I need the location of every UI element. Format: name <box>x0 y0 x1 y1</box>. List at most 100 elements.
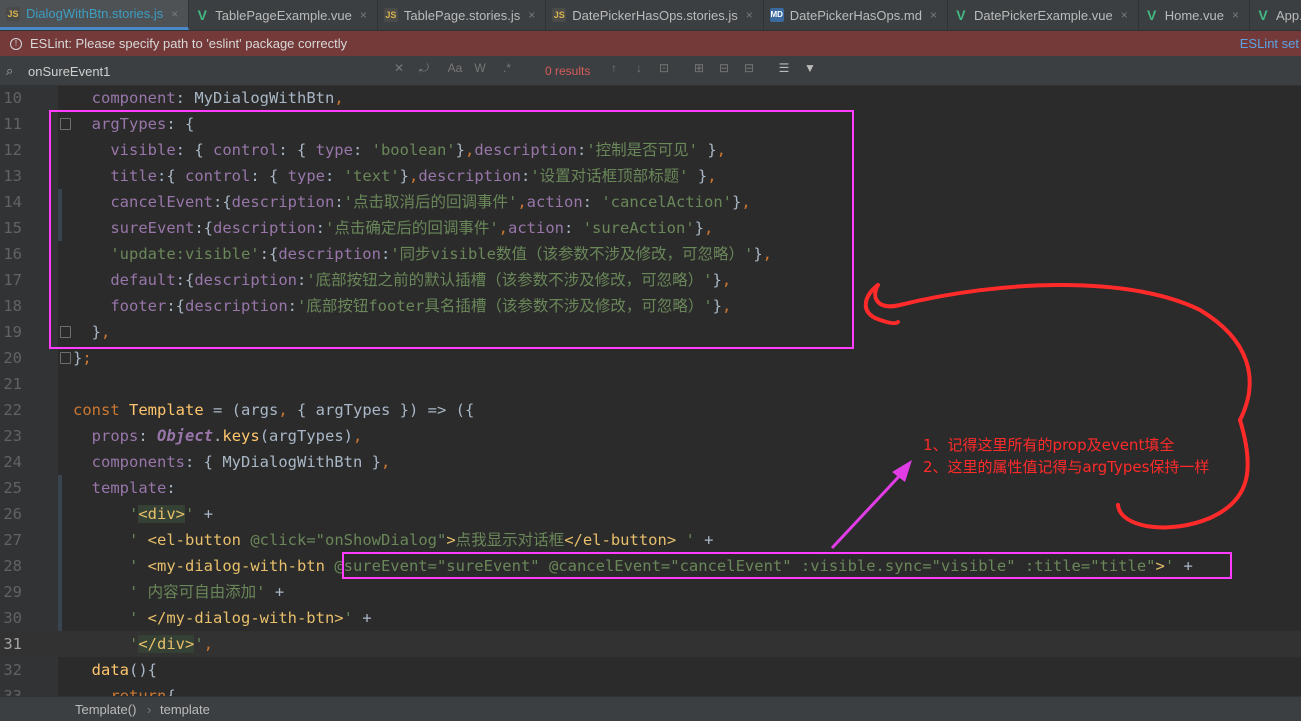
code-line[interactable]: 29 ' 内容可自由添加' + <box>0 579 1301 605</box>
close-icon[interactable]: × <box>360 8 367 22</box>
code-text: data(){ <box>91 661 157 679</box>
js-file-icon: JS <box>6 6 20 21</box>
remove-occurrence-icon[interactable]: ⊟ <box>715 61 733 75</box>
code-text: component: MyDialogWithBtn, <box>91 89 344 107</box>
line-number: 25 <box>3 479 22 497</box>
fold-marker-icon[interactable] <box>60 352 71 364</box>
vue-file-icon: V <box>956 7 966 23</box>
regex-icon[interactable]: .* <box>498 61 516 75</box>
breadcrumb-template-function[interactable]: Template() <box>75 702 136 717</box>
code-line[interactable]: 32 data(){ <box>0 657 1301 683</box>
tab-dialogwithbtn-stories-js[interactable]: JS DialogWithBtn.stories.js × <box>0 0 190 30</box>
tab-label: Home.vue <box>1164 7 1224 23</box>
line-number: 26 <box>3 505 22 523</box>
select-all-occurrences-icon[interactable]: ⊡ <box>655 61 673 75</box>
code-line[interactable]: 25 template: <box>0 475 1301 501</box>
search-history-icon[interactable]: ⤾ <box>415 61 433 76</box>
code-line[interactable]: 30 ' </my-dialog-with-btn>' + <box>0 605 1301 631</box>
line-number: 31 <box>3 635 22 653</box>
find-bar: ⌕ ✕ ⤾ Aa W .* 0 results ↑ ↓ ⊡ ⊞ ⊟ ⊟ ☰ ▼ <box>0 56 1301 86</box>
line-number: 18 <box>3 297 22 315</box>
code-line[interactable]: 21 <box>0 371 1301 397</box>
line-number: 11 <box>3 115 22 133</box>
line-number: 12 <box>3 141 22 159</box>
vue-file-icon: V <box>1147 7 1157 23</box>
line-number: 22 <box>3 401 22 419</box>
js-file-icon: JS <box>383 8 398 22</box>
code-line[interactable]: 26 '<div>' + <box>0 501 1301 527</box>
match-case-icon[interactable]: Aa <box>446 61 464 75</box>
line-number: 29 <box>3 583 22 601</box>
search-icon[interactable]: ⌕ <box>6 63 13 79</box>
in-selection-icon[interactable]: ⊟ <box>740 61 758 75</box>
close-icon[interactable]: × <box>171 7 178 21</box>
code-text: template: <box>91 479 176 497</box>
search-results-count: 0 results <box>545 64 591 78</box>
line-number: 30 <box>3 609 22 627</box>
md-file-icon: MD <box>769 8 784 22</box>
close-icon[interactable]: × <box>746 8 753 22</box>
tab-label: DatePickerHasOps.md <box>789 7 922 23</box>
tab-label: App.vue <box>1275 7 1301 23</box>
eslint-settings-link[interactable]: ESLint set <box>1240 36 1299 51</box>
clear-search-icon[interactable]: ✕ <box>390 61 408 75</box>
line-number: 17 <box>3 271 22 289</box>
next-occurrence-icon[interactable]: ↓ <box>630 61 648 75</box>
code-text: props: Object.keys(argTypes), <box>91 427 363 445</box>
tab-label: DatePickerHasOps.stories.js <box>572 7 738 23</box>
error-icon: ! <box>10 37 22 50</box>
code-text: ' <el-button @click="onShowDialog">点我显示对… <box>129 531 714 549</box>
eslint-warning-banner: ! ESLint: Please specify path to 'eslint… <box>0 31 1301 56</box>
code-line[interactable]: 27 ' <el-button @click="onShowDialog">点我… <box>0 527 1301 553</box>
vue-file-icon: V <box>1258 7 1268 23</box>
code-text: components: { MyDialogWithBtn }, <box>91 453 391 471</box>
tab-home-vue[interactable]: V Home.vue × <box>1139 0 1250 30</box>
tab-tablepage-stories-js[interactable]: JS TablePage.stories.js × <box>378 0 547 30</box>
previous-occurrence-icon[interactable]: ↑ <box>605 61 623 75</box>
tab-app-vue[interactable]: VApp.vue× <box>1250 0 1301 30</box>
annotation-note: 1、记得这里所有的prop及event填全 2、这里的属性值记得与argType… <box>923 434 1209 478</box>
tab-label: DatePickerExample.vue <box>973 7 1113 23</box>
breadcrumb-bar: Template() › template <box>0 696 1301 721</box>
line-number: 19 <box>3 323 22 341</box>
annotation-line-2: 2、这里的属性值记得与argTypes保持一样 <box>923 458 1210 476</box>
breadcrumb-template-property[interactable]: template <box>160 702 210 717</box>
code-line[interactable]: 10 component: MyDialogWithBtn, <box>0 86 1301 111</box>
line-number: 33 <box>3 687 22 696</box>
js-file-icon: JS <box>552 8 567 22</box>
search-input[interactable] <box>26 60 390 82</box>
vue-file-icon: V <box>197 7 207 23</box>
tab-datepickerhasops-stories-js[interactable]: JS DatePickerHasOps.stories.js × <box>546 0 764 30</box>
add-occurrence-icon[interactable]: ⊞ <box>690 61 708 75</box>
line-number: 16 <box>3 245 22 263</box>
tab-label: TablePageExample.vue <box>215 7 352 23</box>
code-line[interactable]: 31 '</div>', <box>0 631 1301 657</box>
breadcrumb-separator: › <box>147 702 152 717</box>
code-text: '</div>', <box>129 635 214 653</box>
close-icon[interactable]: × <box>1121 8 1128 22</box>
line-number: 10 <box>3 89 22 107</box>
options-icon[interactable]: ☰ <box>775 61 793 75</box>
code-text: const Template = (args, { argTypes }) =>… <box>73 401 475 419</box>
line-number: 13 <box>3 167 22 185</box>
code-text: return{ <box>110 687 176 696</box>
code-line[interactable]: 22 const Template = (args, { argTypes }) … <box>0 397 1301 423</box>
editor-tab-bar: JS DialogWithBtn.stories.js × V TablePageExa… <box>0 0 1301 31</box>
argtypes-highlight-box <box>49 110 854 349</box>
tab-tablepageexample-vue[interactable]: V TablePageExample.vue × <box>189 0 378 30</box>
tab-label: DialogWithBtn.stories.js <box>26 6 164 21</box>
tab-datepickerexample-vue[interactable]: V DatePickerExample.vue × <box>948 0 1139 30</box>
tab-datepickerhasops-md[interactable]: MD DatePickerHasOps.md × <box>764 0 948 30</box>
line-number: 24 <box>3 453 22 471</box>
line-number: 27 <box>3 531 22 549</box>
line-number: 20 <box>3 349 22 367</box>
line-number: 28 <box>3 557 22 575</box>
code-text: '<div>' + <box>129 505 214 523</box>
close-icon[interactable]: × <box>930 8 937 22</box>
line-number: 21 <box>3 375 22 393</box>
close-icon[interactable]: × <box>1232 8 1239 22</box>
close-icon[interactable]: × <box>528 8 535 22</box>
filter-icon[interactable]: ▼ <box>801 61 819 75</box>
whole-words-icon[interactable]: W <box>471 61 489 75</box>
code-line[interactable]: 33 return{ <box>0 683 1301 696</box>
